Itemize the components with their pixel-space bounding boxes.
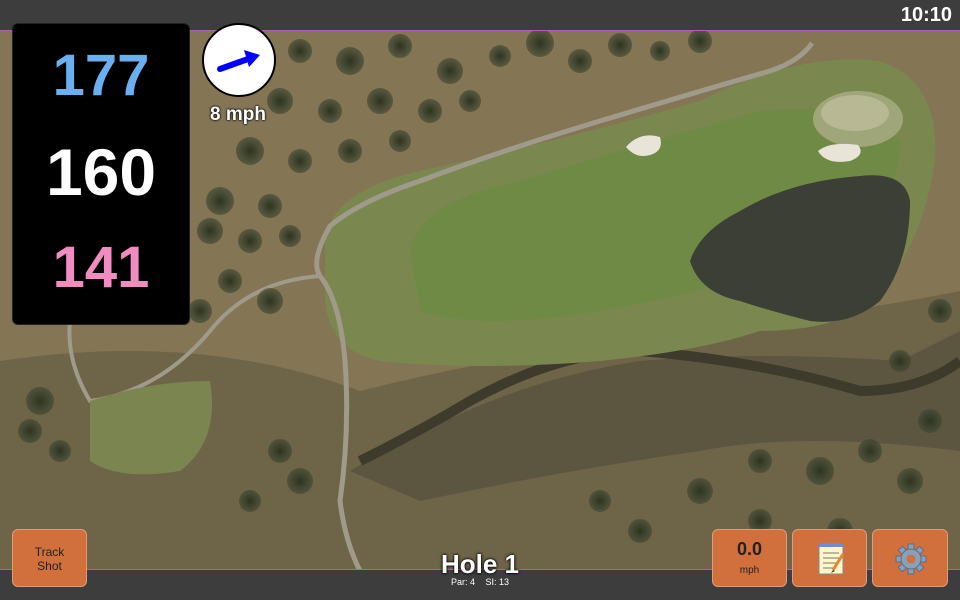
settings-button[interactable] [872,529,948,587]
hole-info: Par: 4 SI: 13 [380,577,580,587]
distance-front: 141 [52,235,150,300]
speed-value: 0.0 [736,539,763,559]
distance-panel: 177 160 141 [12,23,190,325]
gear-icon [895,543,927,575]
wind-speed: 8 mph [210,104,266,125]
notepad-icon [818,543,845,575]
track-shot-label-line1: Track [34,545,65,559]
distance-center: 160 [45,135,157,209]
notes-button[interactable] [792,529,867,587]
distance-back: 177 [52,43,150,108]
track-shot-button[interactable]: Track Shot [12,529,87,587]
hole-stroke-index: SI: 13 [485,577,510,587]
wind-indicator [202,23,276,97]
hole-par: Par: 4 [450,577,475,587]
track-shot-label-line2: Shot [37,559,62,573]
speed-unit: mph [739,565,760,576]
speed-button[interactable]: 0.0 mph [712,529,787,587]
hole-title: Hole 1 [440,549,520,579]
clock: 10:10 [900,4,952,26]
wind-direction-arrow-icon [217,50,260,72]
